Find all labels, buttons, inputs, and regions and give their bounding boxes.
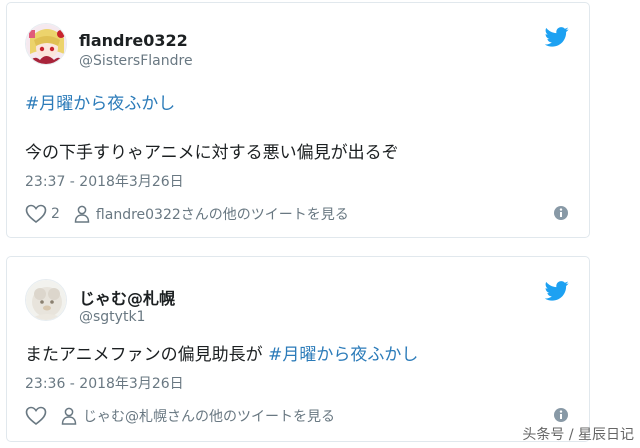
twitter-bird-icon[interactable] xyxy=(545,27,569,47)
watermark: 头条号 / 星辰日记 xyxy=(522,427,634,443)
avatar[interactable] xyxy=(25,279,67,321)
tweet-text: 今の下手すりゃアニメに対する悪い偏見が出るぞ xyxy=(25,143,399,163)
like-button[interactable] xyxy=(25,406,47,426)
user-icon xyxy=(74,205,90,223)
display-name[interactable]: じゃむ@札幌 xyxy=(79,285,175,309)
tweet-timestamp[interactable]: 23:37 - 2018年3月26日 xyxy=(25,171,184,191)
like-button[interactable]: 2 xyxy=(25,204,60,224)
hashtag-link[interactable]: #月曜から夜ふかし xyxy=(268,345,418,365)
more-tweets-link[interactable]: じゃむ@札幌さんの他のツイートを見る xyxy=(61,406,335,426)
tweet-text: またアニメファンの偏見助長が #月曜から夜ふかし xyxy=(25,343,418,367)
tweet-timestamp[interactable]: 23:36 - 2018年3月26日 xyxy=(25,373,184,393)
tweet-card: flandre0322 @SistersFlandre #月曜から夜ふかし 今の… xyxy=(6,2,590,238)
tweet-card: じゃむ@札幌 @sgtytk1 またアニメファンの偏見助長が #月曜から夜ふかし… xyxy=(6,256,590,442)
hashtag-link[interactable]: #月曜から夜ふかし xyxy=(25,89,175,114)
heart-icon xyxy=(25,406,47,426)
tweet-actions: じゃむ@札幌さんの他のツイートを見る xyxy=(25,405,569,427)
more-tweets-label: じゃむ@札幌さんの他のツイートを見る xyxy=(83,409,335,425)
avatar[interactable] xyxy=(25,23,67,65)
twitter-bird-icon[interactable] xyxy=(545,281,569,301)
like-count: 2 xyxy=(51,206,60,222)
display-name[interactable]: flandre0322 xyxy=(79,31,188,50)
info-icon[interactable] xyxy=(553,205,569,221)
info-icon[interactable] xyxy=(553,407,569,423)
user-handle[interactable]: @sgtytk1 xyxy=(79,309,145,325)
more-tweets-label: flandre0322さんの他のツイートを見る xyxy=(95,207,349,223)
user-icon xyxy=(61,407,77,425)
more-tweets-link[interactable]: flandre0322さんの他のツイートを見る xyxy=(74,204,349,224)
tweet-actions: 2 flandre0322さんの他のツイートを見る xyxy=(25,203,569,225)
user-handle[interactable]: @SistersFlandre xyxy=(79,53,193,69)
tweet-text-body: またアニメファンの偏見助長が xyxy=(25,345,263,365)
heart-icon xyxy=(25,204,47,224)
